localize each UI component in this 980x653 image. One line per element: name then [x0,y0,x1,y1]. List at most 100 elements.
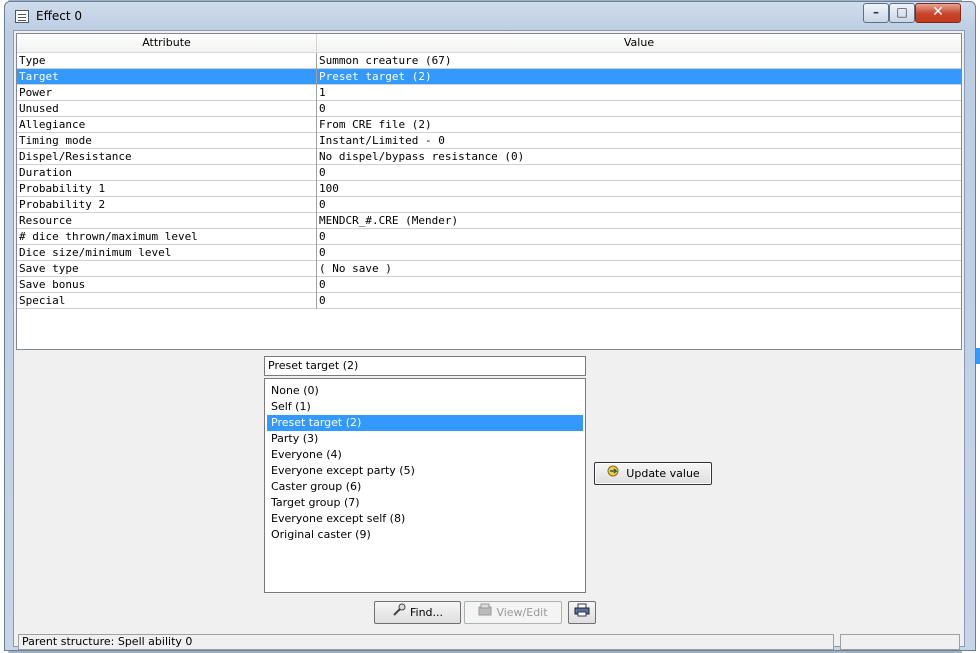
list-item[interactable]: Everyone except self (8) [267,511,583,527]
column-header-value[interactable]: Value [317,34,961,52]
attribute-cell: Power [19,86,53,99]
list-item[interactable]: Original caster (9) [267,527,583,543]
current-value-field[interactable]: Preset target (2) [264,356,586,376]
value-options-list[interactable]: None (0) Self (1) Preset target (2) Party (… [264,378,586,593]
view-edit-label: View/Edit [496,606,548,619]
attribute-cell: Unused [19,102,59,115]
update-value-label: Update value [626,467,700,480]
column-divider [316,229,317,245]
value-cell: No dispel/bypass resistance (0) [319,150,525,163]
table-row[interactable]: # dice thrown/maximum level 0 [17,229,961,245]
value-cell: MENDCR_#.CRE (Mender) [319,214,459,227]
list-item[interactable]: Self (1) [267,399,583,415]
attribute-grid[interactable]: Attribute Value Type Summon creature (67)… [16,33,962,350]
table-row[interactable]: Save type ( No save ) [17,261,961,277]
grid-header: Attribute Value [17,34,961,53]
value-cell: ( No save ) [319,262,392,275]
value-cell: 0 [319,278,326,291]
update-value-button[interactable]: Update value [594,462,712,485]
list-item[interactable]: None (0) [267,383,583,399]
print-button[interactable] [568,601,596,624]
list-item[interactable]: Party (3) [267,431,583,447]
table-row[interactable]: Dice size/minimum level 0 [17,245,961,261]
attribute-cell: Dispel/Resistance [19,150,132,163]
column-divider [316,197,317,213]
list-item[interactable]: Everyone (4) [267,447,583,463]
attribute-cell: Duration [19,166,72,179]
client-area: Attribute Value Type Summon creature (67)… [13,30,965,650]
column-divider [316,149,317,165]
attribute-cell: Probability 2 [19,198,106,211]
column-divider [316,277,317,293]
table-row[interactable]: Unused 0 [17,101,961,117]
column-divider [316,101,317,117]
value-cell: 0 [319,246,326,259]
column-header-attribute[interactable]: Attribute [17,34,317,52]
attribute-cell: Resource [19,214,72,227]
column-divider [316,69,317,85]
table-row[interactable]: Target Preset target (2) [17,69,961,85]
list-item[interactable]: Everyone except party (5) [267,463,583,479]
value-cell: 1 [319,86,326,99]
attribute-cell: Target [19,70,59,83]
table-row[interactable]: Allegiance From CRE file (2) [17,117,961,133]
table-row[interactable]: Probability 2 0 [17,197,961,213]
title-bar[interactable]: Effect 0 – □ ✕ [5,2,975,30]
value-cell: Instant/Limited - 0 [319,134,445,147]
value-cell: Summon creature (67) [319,54,452,67]
effect-window: Effect 0 – □ ✕ Attribute Value Type Summo… [4,1,976,651]
table-row[interactable]: Duration 0 [17,165,961,181]
attribute-cell: Probability 1 [19,182,106,195]
value-cell: Preset target (2) [319,70,432,83]
value-cell: From CRE file (2) [319,118,432,131]
value-editor: Preset target (2) None (0) Self (1) Preset… [16,353,962,645]
table-row[interactable]: Special 0 [17,293,961,309]
view-edit-icon [478,603,492,624]
table-row[interactable]: Power 1 [17,85,961,101]
attribute-cell: Type [19,54,46,67]
printer-icon [574,603,590,624]
close-button[interactable]: ✕ [915,3,961,23]
close-icon: ✕ [932,4,944,20]
minimize-button[interactable]: – [863,3,889,23]
column-divider [316,117,317,133]
attribute-cell: # dice thrown/maximum level [19,230,198,243]
grid-rows: Type Summon creature (67) Target Preset tar… [17,53,961,309]
column-divider [316,85,317,101]
table-row[interactable]: Save bonus 0 [17,277,961,293]
attribute-cell: Allegiance [19,118,86,131]
list-item[interactable]: Preset target (2) [267,415,583,431]
table-row[interactable]: Resource MENDCR_#.CRE (Mender) [17,213,961,229]
list-item[interactable]: Target group (7) [267,495,583,511]
attribute-cell: Save bonus [19,278,86,291]
table-row[interactable]: Probability 1 100 [17,181,961,197]
maximize-button[interactable]: □ [889,3,915,23]
column-divider [316,181,317,197]
column-divider [316,245,317,261]
view-edit-button[interactable]: View/Edit [464,601,562,624]
find-icon [392,603,406,624]
find-button[interactable]: Find... [374,601,461,624]
column-divider [316,293,317,309]
column-divider [316,261,317,277]
list-item[interactable]: Caster group (6) [267,479,583,495]
status-bar: Parent structure: Spell ability 0 [18,634,834,650]
update-icon [606,464,622,485]
value-cell: 0 [319,230,326,243]
find-label: Find... [409,606,444,619]
table-row[interactable]: Type Summon creature (67) [17,53,961,69]
status-bar-secondary [840,634,960,650]
attribute-cell: Special [19,294,66,307]
value-cell: 0 [319,294,326,307]
value-cell: 0 [319,198,326,211]
table-row[interactable]: Dispel/Resistance No dispel/bypass resist… [17,149,961,165]
value-cell: 0 [319,102,326,115]
attribute-cell: Dice size/minimum level [19,246,172,259]
table-row[interactable]: Timing mode Instant/Limited - 0 [17,133,961,149]
maximize-icon: □ [896,5,908,19]
minimize-icon: – [873,5,879,19]
attribute-cell: Timing mode [19,134,92,147]
value-cell: 100 [319,182,339,195]
window-app-icon [15,10,29,23]
column-divider [316,53,317,69]
